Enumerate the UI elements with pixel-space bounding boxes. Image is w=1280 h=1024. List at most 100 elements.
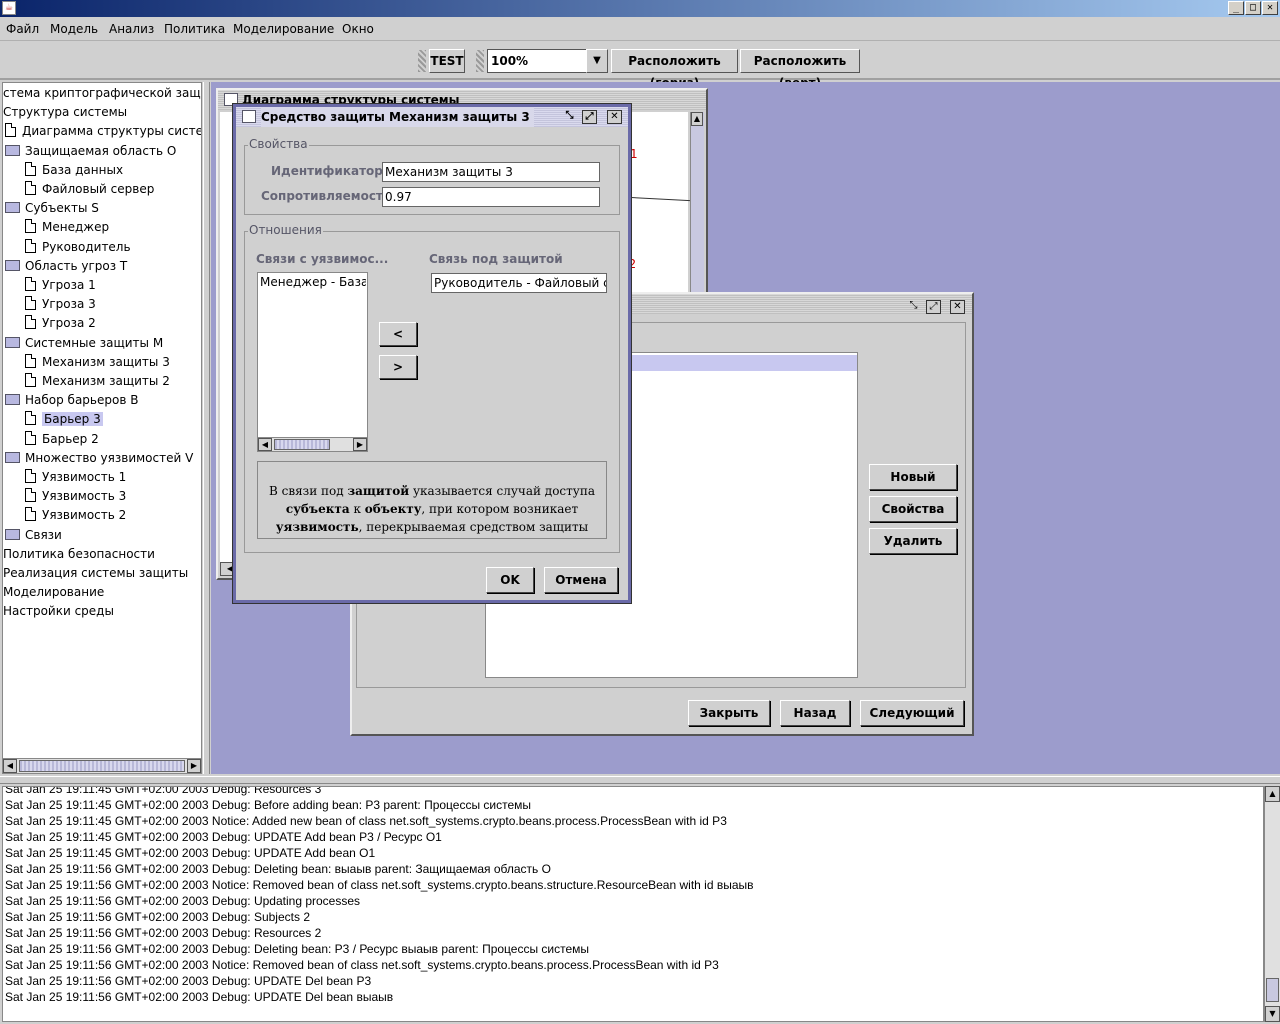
scroll-left-icon[interactable]: ◀ <box>3 759 17 773</box>
close-window-button[interactable]: ✕ <box>1262 1 1278 15</box>
tree-item[interactable]: Уязвимость 2 <box>25 506 126 524</box>
tree-item-label: Руководитель <box>42 239 131 254</box>
document-icon <box>25 181 36 195</box>
resistance-field[interactable]: 0.97 <box>382 187 600 207</box>
tree-item[interactable]: Множество уязвимостей V <box>5 449 193 467</box>
menu-analysis[interactable]: Анализ <box>109 22 154 36</box>
tree-item[interactable]: Угроза 2 <box>25 314 96 332</box>
tree-item[interactable]: Область угроз T <box>5 257 127 275</box>
new-button[interactable]: Новый <box>869 464 957 490</box>
scroll-thumb[interactable] <box>19 760 185 772</box>
dialog-title-bar[interactable]: Средство защиты Механизм защиты 3 ⤡ ⤢ ✕ <box>236 107 628 127</box>
tree-horizontal-scrollbar[interactable]: ◀ ▶ <box>3 758 201 773</box>
toolbar-grip-2[interactable] <box>476 50 484 72</box>
move-right-button[interactable]: > <box>379 355 417 379</box>
document-icon <box>25 296 36 311</box>
back-button[interactable]: Назад <box>780 700 850 726</box>
tree-item[interactable]: Уязвимость 1 <box>25 468 126 486</box>
move-left-button[interactable]: < <box>379 322 417 346</box>
tree-item[interactable]: Политика безопасности <box>3 545 155 563</box>
tree-item[interactable]: Угроза 3 <box>25 295 96 313</box>
maximize-icon[interactable]: ⤢ <box>926 300 941 314</box>
hint-text: , перекрываемая средством защиты <box>358 520 589 534</box>
tree-item[interactable]: Диаграмма структуры системы <box>5 122 201 140</box>
scroll-up-icon[interactable]: ▲ <box>1265 786 1280 802</box>
menu-bar: Файл Модель Анализ Политика Моделировани… <box>0 17 1280 41</box>
cancel-button[interactable]: Отмена <box>544 567 618 593</box>
tree-item[interactable]: База данных <box>25 161 123 179</box>
tree-item[interactable]: Субъекты S <box>5 199 99 217</box>
next-button[interactable]: Следующий <box>860 700 964 726</box>
document-icon <box>25 238 36 253</box>
tree-item[interactable]: Барьер 2 <box>25 430 99 448</box>
tree-item[interactable]: Уязвимость 3 <box>25 487 126 505</box>
splitter[interactable] <box>203 82 210 774</box>
delete-button[interactable]: Удалить <box>869 528 957 554</box>
chevron-down-icon[interactable]: ▼ <box>586 49 608 73</box>
minimize-icon[interactable]: ⤡ <box>906 300 921 314</box>
tree-item[interactable]: Набор барьеров B <box>5 391 138 409</box>
scroll-right-icon[interactable]: ▶ <box>187 759 201 773</box>
menu-simulation[interactable]: Моделирование <box>233 22 334 36</box>
arrange-vertical-button[interactable]: Расположить (верт) <box>740 49 860 90</box>
diagram-label-1: 1 <box>630 147 638 161</box>
scroll-thumb[interactable] <box>274 439 330 450</box>
list-item[interactable]: Менеджер - База д <box>260 275 366 289</box>
tree-item[interactable]: Защищаемая область O <box>5 142 176 160</box>
ok-button[interactable]: OK <box>486 567 534 593</box>
scroll-thumb[interactable] <box>1266 978 1279 1002</box>
tree-item-label: Файловый сервер <box>42 182 155 196</box>
arrange-horizontal-button[interactable]: Расположить (гориз) <box>611 49 738 90</box>
menu-model[interactable]: Модель <box>50 22 98 36</box>
maximize-button[interactable]: □ <box>1245 1 1261 15</box>
close-icon[interactable]: ✕ <box>607 110 622 124</box>
tree-item-label: Барьер 3 <box>42 412 103 427</box>
log-line: Sat Jan 25 19:11:45 GMT+02:00 2003 Debug… <box>5 846 376 860</box>
minimize-icon[interactable]: ⤡ <box>562 110 577 124</box>
close-button[interactable]: Закрыть <box>688 700 770 726</box>
vuln-links-list[interactable]: Менеджер - База д ◀ ▶ <box>257 272 368 452</box>
maximize-icon[interactable]: ⤢ <box>582 110 597 124</box>
tree-item-label: Угроза 3 <box>42 297 96 312</box>
protected-link-field[interactable]: Руководитель - Файловый сер <box>431 273 607 293</box>
minimize-button[interactable]: _ <box>1228 1 1244 15</box>
folder-icon <box>5 202 20 214</box>
tree-item-label: Множество уязвимостей V <box>25 450 194 465</box>
tree-item[interactable]: Структура системы <box>3 103 127 121</box>
tree-item[interactable]: Файловый сервер <box>25 180 154 198</box>
tree-item-label: Моделирование <box>3 585 105 600</box>
log-line: Sat Jan 25 19:11:56 GMT+02:00 2003 Debug… <box>5 926 322 940</box>
tree-item-label: Настройки среды <box>3 604 114 619</box>
resistance-label: Сопротивляемость: <box>261 189 396 203</box>
zoom-combo[interactable]: 100% <box>487 49 587 73</box>
tree-item[interactable]: Связи <box>5 526 62 544</box>
log-scrollbar[interactable]: ▲ ▼ <box>1264 786 1280 1022</box>
tree-item[interactable]: Механизм защиты 3 <box>25 353 170 371</box>
close-icon[interactable]: ✕ <box>950 300 965 314</box>
tree-item[interactable]: Настройки среды <box>3 602 114 620</box>
menu-policy[interactable]: Политика <box>164 22 225 36</box>
tree-item[interactable]: Угроза 1 <box>25 276 96 294</box>
tree-item-label: Уязвимость 1 <box>42 470 127 484</box>
id-label: Идентификатор: <box>271 164 388 178</box>
id-field[interactable]: Механизм защиты 3 <box>382 162 600 182</box>
tree-item[interactable]: Барьер 3 <box>25 410 103 428</box>
tree-item[interactable]: Руководитель <box>25 238 131 256</box>
toolbar-grip[interactable] <box>418 50 426 72</box>
tree-item[interactable]: Моделирование <box>3 583 104 601</box>
test-button[interactable]: TEST <box>429 49 465 73</box>
tree-item[interactable]: Реализация системы защиты <box>3 564 188 582</box>
tree-item[interactable]: Менеджер <box>25 218 109 236</box>
log-line: Sat Jan 25 19:11:45 GMT+02:00 2003 Debug… <box>5 830 442 844</box>
list-horizontal-scrollbar[interactable]: ◀ ▶ <box>258 437 367 451</box>
menu-window[interactable]: Окно <box>342 22 374 36</box>
properties-button[interactable]: Свойства <box>869 496 957 522</box>
tree-item-label: Реализация системы защиты <box>3 566 189 580</box>
tree-item-label: стема криптографической защиты <box>3 86 201 100</box>
menu-file[interactable]: Файл <box>6 22 39 36</box>
log-splitter[interactable] <box>0 776 1280 784</box>
tree-item[interactable]: Механизм защиты 2 <box>25 372 170 390</box>
scroll-down-icon[interactable]: ▼ <box>1265 1006 1280 1022</box>
tree-item[interactable]: Системные защиты M <box>5 334 163 352</box>
tree-item[interactable]: стема криптографической защиты <box>3 84 201 102</box>
